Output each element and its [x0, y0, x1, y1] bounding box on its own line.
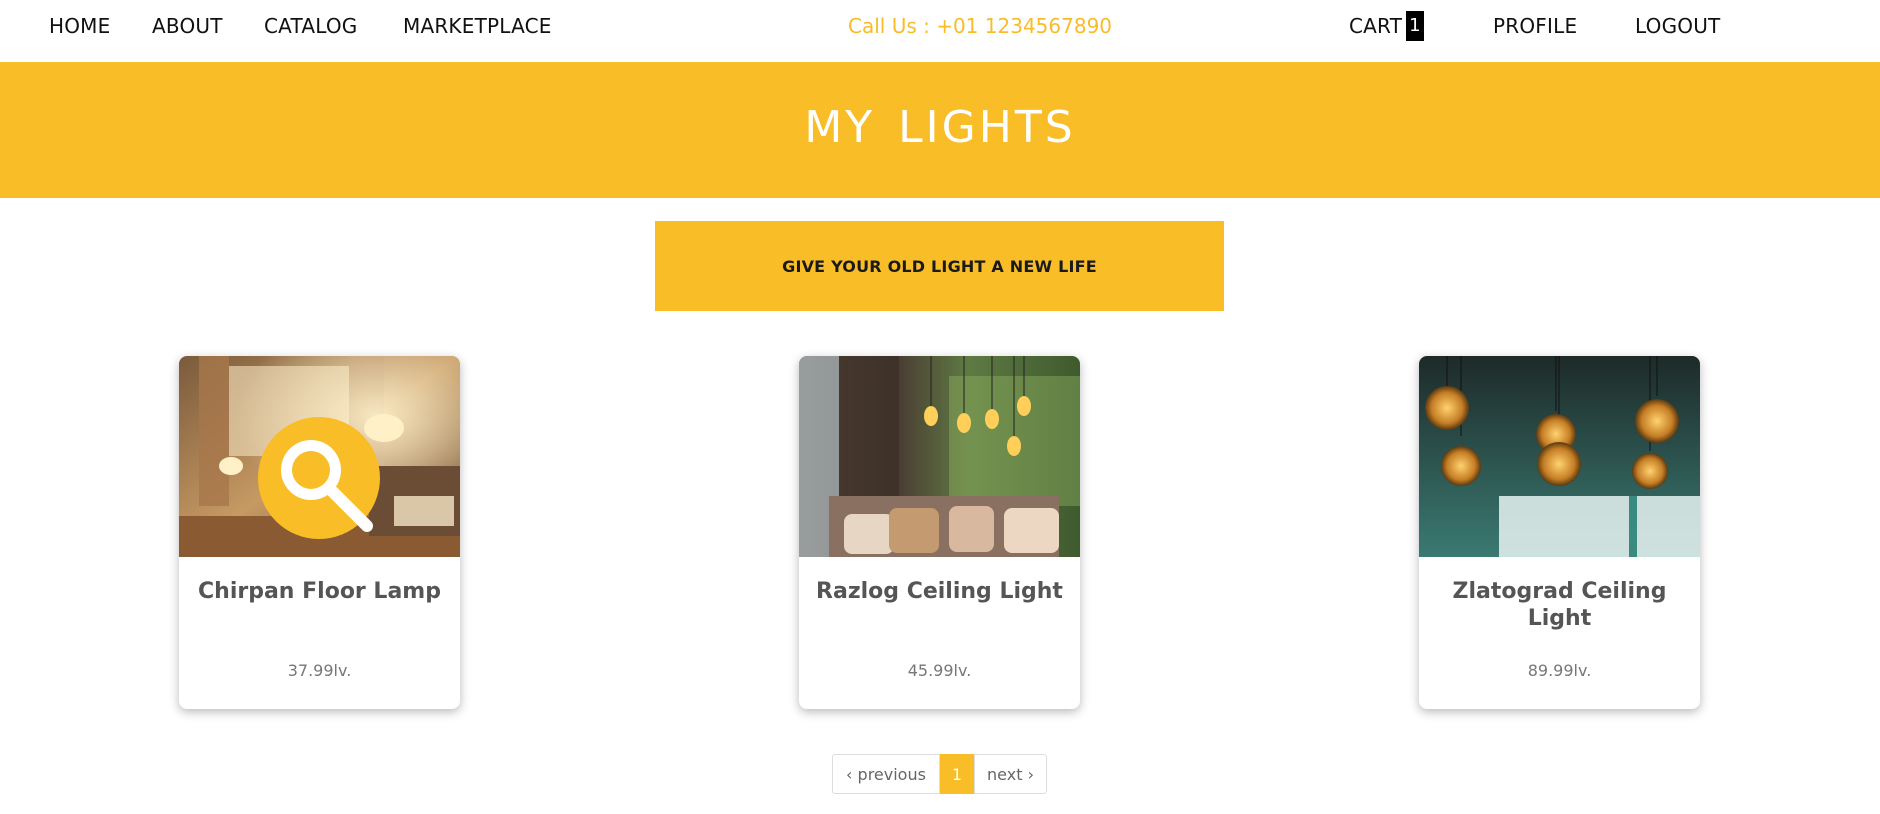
product-price: 89.99lv. — [1527, 661, 1592, 680]
product-image-pendant-bulbs[interactable] — [799, 356, 1080, 557]
nav-marketplace-link[interactable]: MARKETPLACE — [403, 12, 552, 40]
product-image-glass-pendants[interactable] — [1419, 356, 1700, 557]
cart-label: CART — [1349, 14, 1403, 38]
product-card[interactable]: Razlog Ceiling Light 45.99lv. — [799, 356, 1080, 709]
current-page-button[interactable]: 1 — [940, 754, 974, 794]
product-title[interactable]: Razlog Ceiling Light — [809, 578, 1070, 605]
previous-page-button[interactable]: ‹ previous — [832, 754, 940, 794]
nav-about-link[interactable]: ABOUT — [152, 12, 223, 40]
page-title: MY LIGHTS — [804, 102, 1076, 153]
nav-cart-link[interactable]: CART 1 — [1349, 10, 1424, 43]
cart-count-badge: 1 — [1406, 10, 1424, 41]
top-navigation: HOME ABOUT CATALOG MARKETPLACE Call Us :… — [0, 0, 1880, 62]
product-card[interactable]: Chirpan Floor Lamp 37.99lv. — [179, 356, 460, 709]
nav-catalog-link[interactable]: CATALOG — [264, 12, 358, 40]
product-price: 45.99lv. — [907, 661, 972, 680]
nav-logout-link[interactable]: LOGOUT — [1635, 12, 1720, 40]
product-image-living-room[interactable] — [179, 356, 460, 557]
product-price: 37.99lv. — [287, 661, 352, 680]
hero-banner: MY LIGHTS — [0, 62, 1880, 198]
nav-home-link[interactable]: HOME — [49, 12, 110, 40]
call-us-text: Call Us : +01 1234567890 — [848, 14, 1113, 38]
product-title[interactable]: Chirpan Floor Lamp — [189, 578, 450, 605]
give-new-life-button[interactable]: GIVE YOUR OLD LIGHT A NEW LIFE — [655, 221, 1224, 311]
pagination: ‹ previous 1 next › — [832, 754, 1047, 794]
nav-profile-link[interactable]: PROFILE — [1493, 12, 1577, 40]
product-card[interactable]: Zlatograd Ceiling Light 89.99lv. — [1419, 356, 1700, 709]
next-page-button[interactable]: next › — [974, 754, 1047, 794]
product-title[interactable]: Zlatograd Ceiling Light — [1429, 578, 1690, 632]
